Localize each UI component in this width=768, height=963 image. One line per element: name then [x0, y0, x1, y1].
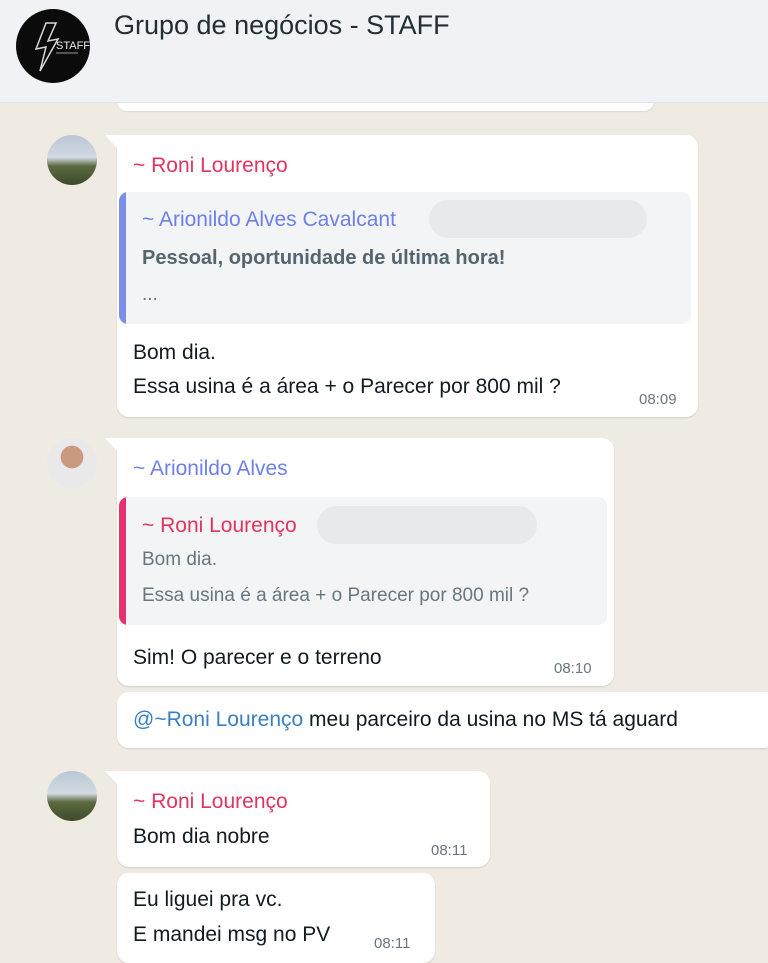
quote-sender: ~ Roni Lourenço	[142, 514, 297, 537]
avatar-roni[interactable]	[47, 771, 97, 821]
svg-text:STAFF: STAFF	[56, 40, 90, 52]
message-line: Sim! O parecer e o terreno	[133, 646, 382, 669]
message-bubble[interactable]: ~ Roni Lourenço ~ Arionildo Alves Cavalc…	[105, 135, 698, 417]
quote-bar	[119, 497, 126, 625]
message-bubble[interactable]: ~ Roni Lourenço Bom dia nobre 08:11	[105, 771, 490, 867]
group-title[interactable]: Grupo de negócios - STAFF	[114, 10, 450, 41]
quote-line: Bom dia.	[142, 549, 217, 570]
message-line: Bom dia.	[133, 341, 216, 364]
message-text: @~Roni Lourenço meu parceiro da usina no…	[133, 708, 678, 731]
message-time: 08:09	[639, 391, 677, 408]
redacted-phone	[429, 200, 647, 238]
chat-header[interactable]: STAFF Grupo de negócios - STAFF	[0, 0, 768, 103]
quote-ellipsis: ...	[142, 284, 158, 305]
sender-name[interactable]: ~ Roni Lourenço	[133, 154, 288, 178]
quote-sender: ~ Arionildo Alves Cavalcant	[142, 208, 396, 231]
message-bubble[interactable]: Eu liguei pra vc. E mandei msg no PV 08:…	[117, 873, 435, 963]
message-bubble[interactable]: ~ Arionildo Alves ~ Roni Lourenço Bom di…	[105, 438, 614, 686]
message-line: Eu liguei pra vc.	[133, 888, 283, 911]
message-time: 08:11	[374, 935, 411, 952]
quoted-message[interactable]: ~ Roni Lourenço Bom dia. Essa usina é a …	[119, 497, 607, 625]
avatar-arionildo[interactable]	[47, 438, 97, 488]
group-avatar[interactable]: STAFF	[16, 9, 90, 83]
quoted-message[interactable]: ~ Arionildo Alves Cavalcant Pessoal, opo…	[119, 192, 691, 324]
redacted-phone	[317, 506, 537, 544]
message-line: Bom dia nobre	[133, 825, 270, 848]
message-line: Essa usina é a área + o Parecer por 800 …	[133, 375, 561, 398]
message-time: 08:11	[431, 842, 468, 859]
quote-title: Pessoal, oportunidade de última hora!	[142, 247, 506, 269]
message-bubble[interactable]: @~Roni Lourenço meu parceiro da usina no…	[117, 692, 768, 748]
lightning-icon: STAFF	[17, 10, 90, 82]
quote-bar	[119, 192, 126, 324]
message-line: E mandei msg no PV	[133, 923, 331, 946]
mention-link[interactable]: @~Roni Lourenço	[133, 708, 303, 731]
quote-line: Essa usina é a área + o Parecer por 800 …	[142, 585, 530, 606]
avatar-roni[interactable]	[47, 135, 97, 185]
sender-name[interactable]: ~ Roni Lourenço	[133, 790, 288, 814]
message-time: 08:10	[554, 660, 592, 677]
sender-name[interactable]: ~ Arionildo Alves	[133, 457, 288, 481]
